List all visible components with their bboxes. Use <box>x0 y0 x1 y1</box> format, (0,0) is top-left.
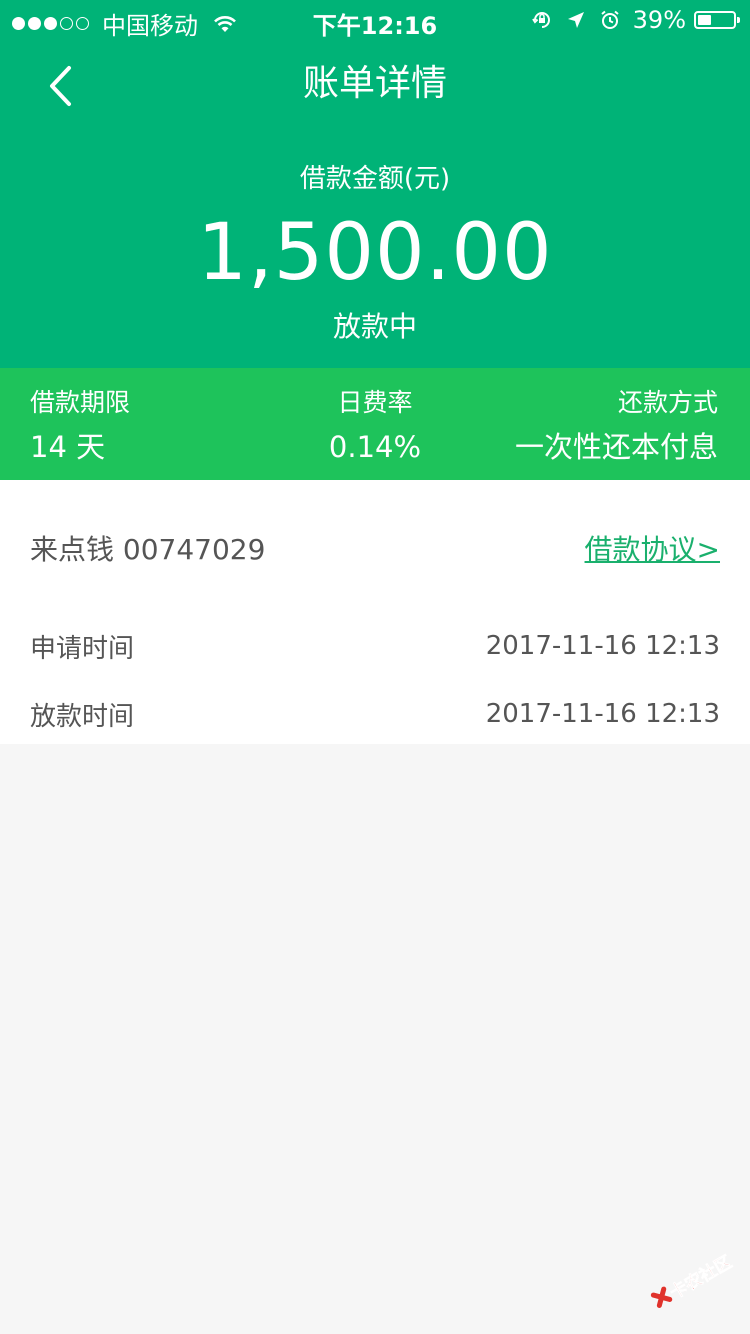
daily-rate-value: 0.14% <box>328 430 422 464</box>
alarm-icon <box>601 10 619 29</box>
loan-amount-label: 借款金额(元) <box>299 164 451 194</box>
bill-detail-card: 来点钱 00747029 借款协议> 申请时间 2017-11-16 12:13… <box>0 480 750 744</box>
watermark-text: 卡农社区 <box>666 1252 735 1304</box>
battery-percent: 39% <box>632 6 686 34</box>
disburse-time-label: 放款时间 <box>30 701 135 732</box>
apply-time-label: 申请时间 <box>30 633 135 664</box>
repayment-method-label: 还款方式 <box>617 388 718 417</box>
product-row: 来点钱 00747029 借款协议> <box>30 528 720 568</box>
loan-term-column: 借款期限 14 天 <box>30 386 130 468</box>
loan-term-label: 借款期限 <box>30 388 131 417</box>
status-right: 39% <box>531 6 740 34</box>
loan-agreement-link[interactable]: 借款协议> <box>585 528 720 568</box>
header: 中国移动 下午12:16 39% 账单详情 借款金额(元) 1,500.00 放… <box>0 0 750 368</box>
battery-icon <box>694 11 740 29</box>
disburse-time-row: 放款时间 2017-11-16 12:13 <box>30 694 720 734</box>
apply-time-value: 2017-11-16 12:13 <box>485 631 720 661</box>
apply-time-row: 申请时间 2017-11-16 12:13 <box>30 626 720 666</box>
loan-status: 放款中 <box>332 310 417 343</box>
status-bar: 中国移动 下午12:16 39% <box>0 0 750 40</box>
product-name: 来点钱 00747029 <box>30 533 266 566</box>
disburse-time-value: 2017-11-16 12:13 <box>485 699 720 729</box>
repayment-method-value: 一次性还本付息 <box>514 430 718 464</box>
loan-amount-value: 1,500.00 <box>197 208 553 298</box>
rotation-lock-icon <box>531 12 550 28</box>
daily-rate-column: 日费率 0.14% <box>275 386 475 468</box>
loan-term-value: 14 天 <box>30 430 106 464</box>
repayment-method-column: 还款方式 一次性还本付息 <box>515 386 718 468</box>
page-title: 账单详情 <box>302 63 447 104</box>
daily-rate-label: 日费率 <box>337 388 413 417</box>
battery-fill <box>698 15 711 25</box>
watermark-logo: 卡农社区 <box>650 1252 736 1308</box>
location-arrow-icon <box>567 12 584 28</box>
loan-terms-strip: 借款期限 14 天 日费率 0.14% 还款方式 一次性还本付息 <box>0 368 750 480</box>
